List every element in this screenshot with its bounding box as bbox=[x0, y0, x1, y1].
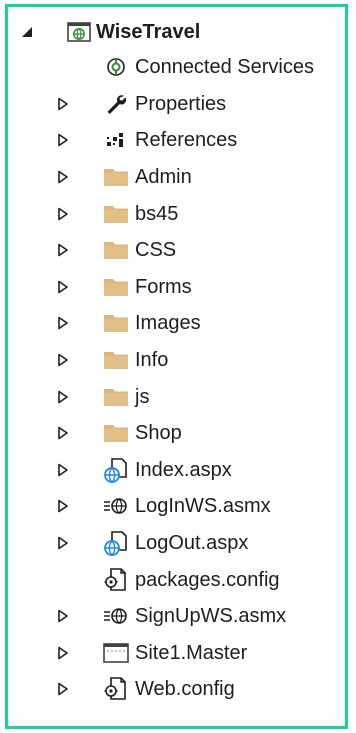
collapsed-arrow-icon[interactable] bbox=[56, 133, 70, 147]
solution-explorer-panel: WiseTravel Connected Services Properties R… bbox=[5, 4, 348, 729]
tree-item[interactable]: packages.config bbox=[8, 561, 345, 598]
tree-item-label: Web.config bbox=[135, 678, 235, 701]
tree-item-label: Site1.Master bbox=[135, 641, 248, 664]
tree-item[interactable]: Index.aspx bbox=[8, 452, 345, 489]
collapsed-arrow-icon[interactable] bbox=[56, 499, 70, 513]
collapsed-arrow-icon[interactable] bbox=[56, 426, 70, 440]
collapsed-arrow-icon[interactable] bbox=[56, 170, 70, 184]
collapsed-arrow-icon[interactable] bbox=[56, 207, 70, 221]
solution-tree: WiseTravel Connected Services Properties R… bbox=[8, 15, 345, 708]
tree-item[interactable]: Shop bbox=[8, 415, 345, 452]
collapsed-arrow-icon[interactable] bbox=[56, 390, 70, 404]
tree-item-project[interactable]: WiseTravel bbox=[8, 15, 345, 49]
connected-services-icon bbox=[103, 54, 129, 80]
collapsed-arrow-icon[interactable] bbox=[56, 682, 70, 696]
tree-item[interactable]: Info bbox=[8, 342, 345, 379]
tree-item[interactable]: LogOut.aspx bbox=[8, 525, 345, 562]
aspx-page-icon bbox=[103, 457, 129, 483]
tree-item[interactable]: LogInWS.asmx bbox=[8, 488, 345, 525]
folder-icon bbox=[103, 237, 129, 263]
tree-item[interactable]: References bbox=[8, 122, 345, 159]
tree-item-label: LogInWS.asmx bbox=[135, 495, 271, 518]
references-icon bbox=[103, 127, 129, 153]
tree-item[interactable]: Web.config bbox=[8, 671, 345, 708]
collapsed-arrow-icon[interactable] bbox=[56, 353, 70, 367]
tree-item-label: js bbox=[135, 385, 150, 408]
folder-icon bbox=[103, 310, 129, 336]
project-label: WiseTravel bbox=[96, 21, 201, 43]
tree-item[interactable]: bs45 bbox=[8, 195, 345, 232]
tree-item-label: Images bbox=[135, 312, 201, 335]
tree-item-label: Index.aspx bbox=[135, 458, 232, 481]
tree-item-label: CSS bbox=[135, 239, 177, 262]
collapsed-arrow-icon[interactable] bbox=[56, 463, 70, 477]
folder-icon bbox=[103, 384, 129, 410]
tree-item-label: bs45 bbox=[135, 202, 179, 225]
collapsed-arrow-icon[interactable] bbox=[56, 609, 70, 623]
master-page-icon bbox=[103, 640, 129, 666]
collapsed-arrow-icon[interactable] bbox=[56, 536, 70, 550]
folder-icon bbox=[103, 420, 129, 446]
folder-icon bbox=[103, 274, 129, 300]
config-file-icon bbox=[103, 567, 129, 593]
tree-item[interactable]: CSS bbox=[8, 232, 345, 269]
collapsed-arrow-icon[interactable] bbox=[56, 243, 70, 257]
tree-item-label: packages.config bbox=[135, 568, 280, 591]
aspx-page-icon bbox=[103, 530, 129, 556]
tree-item-label: References bbox=[135, 129, 238, 152]
tree-item[interactable]: Admin bbox=[8, 159, 345, 196]
folder-icon bbox=[103, 347, 129, 373]
tree-item-label: Connected Services bbox=[135, 56, 314, 79]
web-service-icon bbox=[103, 603, 129, 629]
collapsed-arrow-icon[interactable] bbox=[56, 316, 70, 330]
folder-icon bbox=[103, 201, 129, 227]
wrench-icon bbox=[103, 91, 129, 117]
tree-item-label: LogOut.aspx bbox=[135, 532, 249, 555]
expanded-arrow-icon[interactable] bbox=[20, 25, 34, 39]
tree-item-label: Shop bbox=[135, 422, 182, 445]
tree-item[interactable]: SignUpWS.asmx bbox=[8, 598, 345, 635]
collapsed-arrow-icon[interactable] bbox=[56, 97, 70, 111]
collapsed-arrow-icon[interactable] bbox=[56, 646, 70, 660]
tree-item[interactable]: Site1.Master bbox=[8, 635, 345, 672]
web-project-icon bbox=[66, 19, 92, 45]
tree-item[interactable]: Connected Services bbox=[8, 49, 345, 86]
config-file-icon bbox=[103, 676, 129, 702]
tree-item-label: SignUpWS.asmx bbox=[135, 605, 287, 628]
tree-item-label: Properties bbox=[135, 92, 227, 115]
tree-item-label: Admin bbox=[135, 166, 192, 189]
tree-item[interactable]: Forms bbox=[8, 269, 345, 306]
collapsed-arrow-icon[interactable] bbox=[56, 280, 70, 294]
tree-item-label: Info bbox=[135, 349, 169, 372]
tree-item[interactable]: js bbox=[8, 378, 345, 415]
tree-item-label: Forms bbox=[135, 275, 192, 298]
folder-icon bbox=[103, 164, 129, 190]
web-service-icon bbox=[103, 493, 129, 519]
tree-item[interactable]: Images bbox=[8, 305, 345, 342]
tree-item[interactable]: Properties bbox=[8, 86, 345, 123]
